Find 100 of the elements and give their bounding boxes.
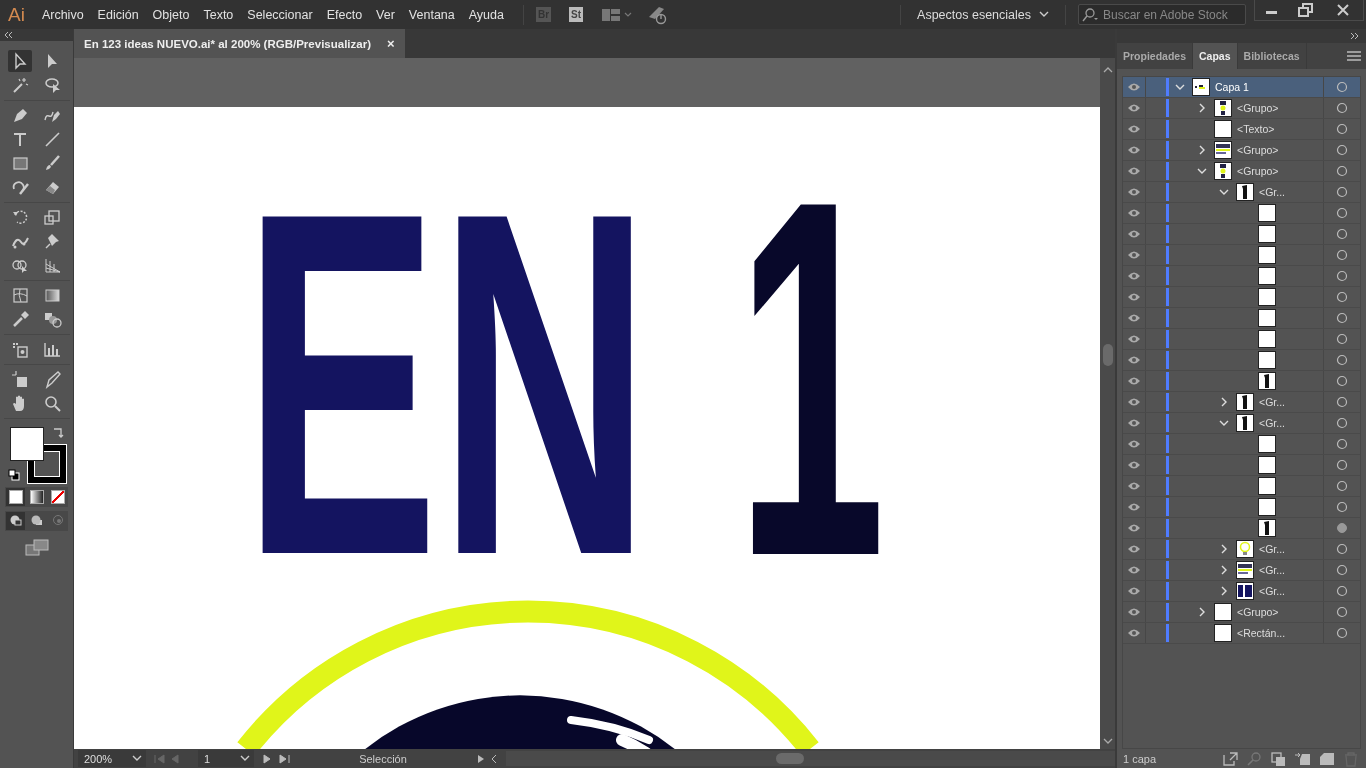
layer-row[interactable]: <Rectán... (1123, 623, 1360, 644)
fill-swatch[interactable] (9, 427, 44, 461)
target-circle-icon[interactable] (1336, 480, 1348, 492)
target-circle-icon[interactable] (1336, 522, 1348, 534)
eye-icon[interactable] (1127, 271, 1141, 281)
menu-item[interactable]: Texto (196, 7, 241, 22)
swap-icon[interactable] (51, 427, 64, 439)
search-field[interactable]: Buscar en Adobe Stock (1078, 4, 1246, 25)
target-circle-icon[interactable] (1336, 459, 1348, 471)
eye-icon[interactable] (1127, 376, 1141, 386)
target-circle-icon[interactable] (1336, 270, 1348, 282)
eye-icon[interactable] (1127, 166, 1141, 176)
artboard-dropdown[interactable]: 1 (198, 750, 254, 767)
layer-row[interactable]: <Gr... (1123, 581, 1360, 602)
stock-button[interactable]: St (569, 7, 584, 22)
menu-item[interactable]: Seleccionar (240, 7, 320, 22)
target-circle-icon[interactable] (1336, 396, 1348, 408)
layer-row[interactable]: <Texto> (1123, 119, 1360, 140)
chevron-right-icon[interactable] (1220, 544, 1228, 554)
menu-item[interactable]: Ventana (401, 7, 462, 22)
layer-row[interactable] (1123, 266, 1360, 287)
target-circle-icon[interactable] (1336, 333, 1348, 345)
chevron-right-icon[interactable] (1198, 607, 1206, 617)
target-circle-icon[interactable] (1336, 606, 1348, 618)
target-circle-icon[interactable] (1336, 165, 1348, 177)
export-icon[interactable] (1222, 750, 1240, 767)
panel-tab[interactable]: Capas (1193, 43, 1238, 69)
target-circle-icon[interactable] (1336, 228, 1348, 240)
layer-row[interactable] (1123, 224, 1360, 245)
target-circle-icon[interactable] (1336, 543, 1348, 555)
target-circle-icon[interactable] (1336, 249, 1348, 261)
new-layer-icon[interactable] (1318, 750, 1336, 767)
layer-row[interactable] (1123, 497, 1360, 518)
target-circle-icon[interactable] (1336, 207, 1348, 219)
chevron-right-icon[interactable] (1198, 145, 1206, 155)
eye-icon[interactable] (1127, 628, 1141, 638)
target-circle-icon[interactable] (1336, 417, 1348, 429)
target-circle-icon[interactable] (1336, 501, 1348, 513)
layer-row[interactable] (1123, 371, 1360, 392)
layer-row[interactable] (1123, 476, 1360, 497)
target-circle-icon[interactable] (1336, 144, 1348, 156)
chevron-right-icon[interactable] (1220, 586, 1228, 596)
eye-icon[interactable] (1127, 334, 1141, 344)
menu-item[interactable]: Edición (90, 7, 146, 22)
eye-icon[interactable] (1127, 292, 1141, 302)
menu-item[interactable]: Ver (369, 7, 402, 22)
default-colors-icon[interactable] (7, 469, 20, 481)
layer-row[interactable] (1123, 434, 1360, 455)
gradient-button[interactable] (27, 488, 46, 506)
close-tab-button[interactable]: × (387, 36, 395, 51)
eye-icon[interactable] (1127, 355, 1141, 365)
eye-icon[interactable] (1127, 586, 1141, 596)
target-circle-icon[interactable] (1336, 585, 1348, 597)
menu-item[interactable]: Ayuda (461, 7, 511, 22)
layer-row[interactable] (1123, 350, 1360, 371)
scroll-up-icon[interactable] (1102, 66, 1113, 74)
none-button[interactable] (48, 488, 67, 506)
layer-row[interactable]: <Gr... (1123, 392, 1360, 413)
menu-item[interactable]: Efecto (319, 7, 370, 22)
eye-icon[interactable] (1127, 103, 1141, 113)
document-tab[interactable]: En 123 ideas NUEVO.ai* al 200% (RGB/Previsualizar) × (74, 29, 405, 58)
zoom-dropdown[interactable]: 200% (78, 750, 146, 767)
new-sublayer-icon[interactable] (1294, 750, 1312, 767)
target-circle-icon[interactable] (1336, 375, 1348, 387)
eye-icon[interactable] (1127, 82, 1141, 92)
chevron-right-icon[interactable] (1198, 103, 1206, 113)
menu-icon[interactable] (1346, 51, 1362, 61)
screen-mode-icon[interactable] (24, 539, 49, 557)
layer-row[interactable]: <Grupo> (1123, 161, 1360, 182)
layer-row[interactable]: Capa 1 (1123, 77, 1360, 98)
chevron-right-icon[interactable] (1220, 397, 1228, 407)
target-circle-icon[interactable] (1336, 123, 1348, 135)
target-circle-icon[interactable] (1336, 291, 1348, 303)
eye-icon[interactable] (1127, 523, 1141, 533)
horizontal-scrollbar[interactable] (506, 751, 1115, 766)
layer-row[interactable] (1123, 308, 1360, 329)
vertical-scrollbar[interactable] (1100, 58, 1115, 749)
target-circle-icon[interactable] (1336, 627, 1348, 639)
layer-row[interactable] (1123, 455, 1360, 476)
eye-icon[interactable] (1127, 418, 1141, 428)
eye-icon[interactable] (1127, 187, 1141, 197)
layer-row[interactable]: <Gr... (1123, 560, 1360, 581)
menu-item[interactable]: Archivo (34, 7, 91, 22)
scroll-down-icon[interactable] (1102, 737, 1113, 745)
target-circle-icon[interactable] (1336, 354, 1348, 366)
chevron-down-icon[interactable] (1175, 83, 1185, 91)
eye-icon[interactable] (1127, 145, 1141, 155)
eye-icon[interactable] (1127, 481, 1141, 491)
target-circle-icon[interactable] (1336, 102, 1348, 114)
draw-normal-icon[interactable] (6, 512, 25, 530)
eye-icon[interactable] (1127, 208, 1141, 218)
layer-row[interactable]: <Gr... (1123, 539, 1360, 560)
target-circle-icon[interactable] (1336, 312, 1348, 324)
eye-icon[interactable] (1127, 124, 1141, 134)
layer-row[interactable] (1123, 518, 1360, 539)
target-circle-icon[interactable] (1336, 438, 1348, 450)
color-button[interactable] (6, 488, 25, 506)
layer-row[interactable] (1123, 203, 1360, 224)
layer-row[interactable]: <Grupo> (1123, 98, 1360, 119)
menu-item[interactable]: Objeto (145, 7, 197, 22)
